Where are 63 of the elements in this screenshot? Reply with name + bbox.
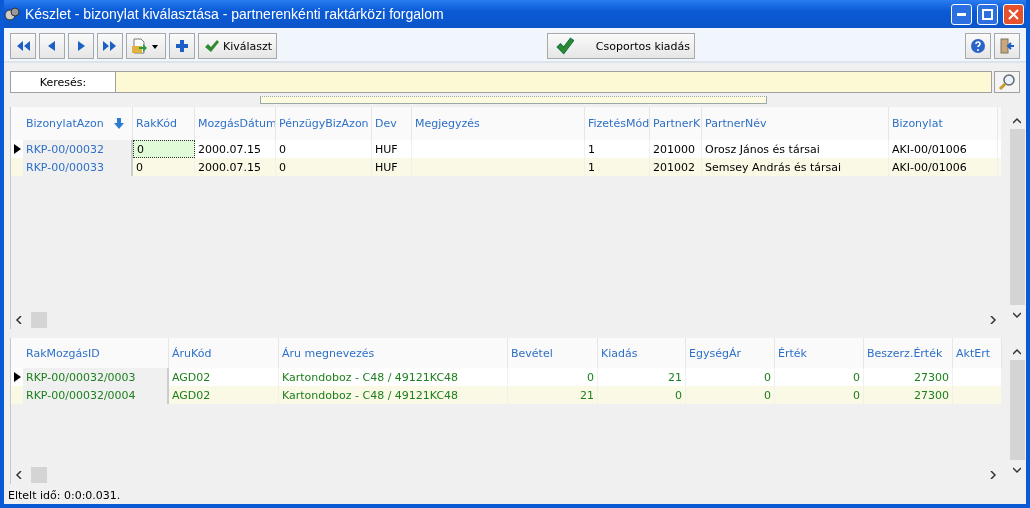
maximize-button[interactable]: [977, 3, 998, 25]
table-cell: 0: [686, 386, 775, 404]
close-icon: [1008, 8, 1019, 20]
table-cell: 27300: [864, 386, 953, 404]
last-record-icon: [102, 38, 118, 54]
close-button[interactable]: [1003, 3, 1024, 25]
table-cell: RKP-00/00032/0004: [23, 386, 169, 404]
table-cell: RKP-00/00032/0003: [23, 368, 169, 386]
table-cell: 0: [133, 158, 195, 176]
first-record-icon: [15, 38, 31, 54]
table-cell: 0: [276, 158, 372, 176]
table-cell: 21: [508, 386, 598, 404]
scroll-left-icon[interactable]: [15, 316, 23, 324]
scroll-up-icon[interactable]: [1013, 348, 1021, 356]
horizontal-scroll-thumb[interactable]: [31, 312, 47, 328]
scroll-down-icon[interactable]: [1013, 311, 1021, 319]
add-button[interactable]: [169, 33, 195, 59]
minimize-button[interactable]: [951, 3, 972, 25]
status-bar-text: Eltelt idő: 0:0:0.031.: [7, 488, 122, 504]
export-button[interactable]: [126, 33, 166, 59]
scroll-up-icon[interactable]: [1013, 117, 1021, 125]
table-cell: 2000.07.15: [195, 158, 276, 176]
table-cell: 0: [598, 386, 686, 404]
table-cell: Semsey András és társai: [702, 158, 889, 176]
table-cell: RKP-00/00032: [23, 140, 133, 158]
maximize-icon: [982, 8, 993, 20]
vertical-scroll-thumb[interactable]: [1009, 129, 1025, 305]
exit-door-icon: [999, 38, 1015, 54]
add-icon: [174, 38, 190, 54]
select-button[interactable]: Kiválaszt: [198, 33, 278, 59]
table-cell: AGD02: [169, 386, 279, 404]
splitter-handle[interactable]: [259, 96, 767, 104]
search-icon: [998, 73, 1016, 91]
vertical-scroll-thumb[interactable]: [1009, 360, 1025, 460]
group-issue-button[interactable]: Csoportos kiadás: [547, 33, 696, 59]
table-cell: AKI-00/01006: [889, 158, 998, 176]
table-cell: 0: [775, 386, 864, 404]
table-cell: 1: [585, 158, 650, 176]
horizontal-scroll-thumb[interactable]: [31, 467, 47, 483]
minimize-icon: [957, 12, 966, 16]
search-button[interactable]: [994, 71, 1020, 93]
help-button[interactable]: [965, 33, 991, 59]
checkmark-icon: [203, 38, 219, 54]
table-cell: 201002: [650, 158, 702, 176]
search-field[interactable]: [116, 71, 992, 93]
scroll-left-icon[interactable]: [15, 471, 23, 479]
table-cell: 0: [133, 140, 195, 158]
search-label: Keresés:: [10, 71, 116, 93]
scroll-right-icon[interactable]: [989, 471, 997, 479]
next-button[interactable]: [68, 33, 94, 59]
prev-button[interactable]: [39, 33, 65, 59]
table-cell: RKP-00/00033: [23, 158, 133, 176]
help-icon: [970, 38, 986, 54]
scroll-right-icon[interactable]: [989, 316, 997, 324]
exit-button[interactable]: [994, 33, 1020, 59]
window-title: Készlet - bizonylat kiválasztása - partnerenkénti raktárközi forgalom: [25, 6, 444, 22]
scroll-down-icon[interactable]: [1013, 466, 1021, 474]
first-button[interactable]: [10, 33, 36, 59]
table-cell: HUF: [372, 158, 412, 176]
checkmark-icon: [556, 37, 574, 55]
table-cell: Kartondoboz - C48 / 49121KC48: [279, 386, 508, 404]
export-document-icon: [131, 38, 161, 54]
last-button[interactable]: [97, 33, 123, 59]
